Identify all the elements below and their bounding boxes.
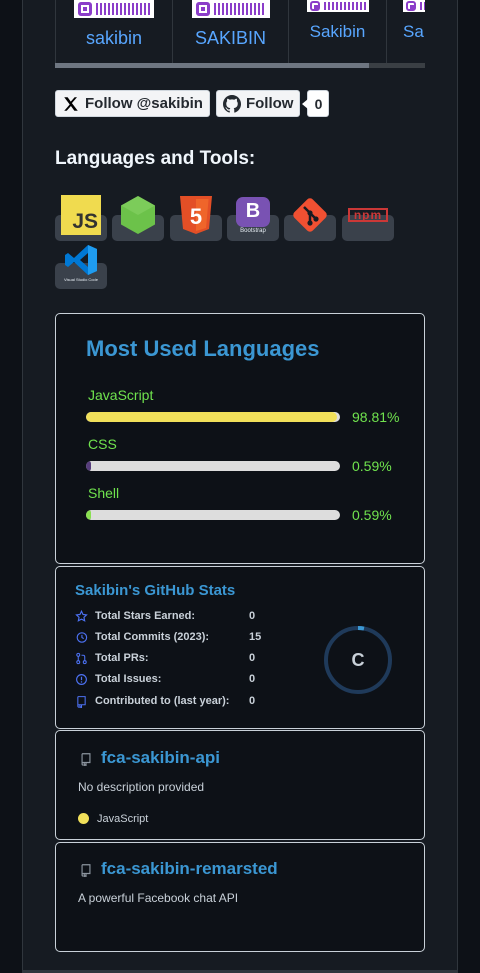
- profile-card[interactable]: Sakibin: [289, 0, 387, 64]
- github-follow-label: Follow: [245, 95, 294, 112]
- bootstrap-tool[interactable]: B Bootstrap: [227, 193, 279, 241]
- most-used-languages-card: Most Used Languages JavaScript 98.81% CS…: [55, 313, 425, 564]
- rank-letter: C: [351, 649, 365, 670]
- vscode-icon-caption: Visual Studio Code: [64, 277, 98, 282]
- profile-card-name: Sakibin: [309, 22, 366, 41]
- stat-row: Total Commits (2023): 15: [75, 630, 295, 646]
- repo-card[interactable]: fca-sakibin-remarsted A powerful Faceboo…: [55, 842, 425, 952]
- stat-value: 15: [249, 631, 262, 643]
- qr-code-icon: [403, 0, 425, 12]
- stat-row: Contributed to (last year): 0: [75, 694, 295, 710]
- follow-badges: Follow @sakibin Follow 0: [55, 90, 330, 117]
- nodejs-tool[interactable]: [112, 193, 164, 241]
- stat-label: Total Commits (2023):: [95, 631, 210, 643]
- star-icon: [75, 610, 88, 622]
- github-follow-button[interactable]: Follow: [215, 90, 301, 117]
- language-percent: 0.59%: [352, 458, 392, 474]
- npm-tool[interactable]: npm: [342, 193, 394, 241]
- twitter-follow-label: Follow @sakibin: [85, 95, 203, 112]
- repo-name[interactable]: fca-sakibin-remarsted: [101, 859, 278, 879]
- horizontal-scrollbar[interactable]: [55, 63, 425, 68]
- nodejs-icon: [118, 195, 158, 235]
- stat-row: Total Stars Earned: 0: [75, 609, 295, 625]
- language-name: JavaScript: [88, 387, 154, 403]
- repo-icon: [81, 864, 91, 877]
- repo-language: JavaScript: [97, 813, 149, 825]
- language-color-dot: [78, 813, 89, 824]
- issue-icon: [76, 674, 87, 685]
- history-icon: [76, 632, 88, 643]
- stat-value: 0: [249, 652, 256, 664]
- profile-card-name: SAKIBIN: [194, 28, 267, 48]
- qr-code-icon: [74, 0, 154, 18]
- profile-card[interactable]: SAKIBIN: [173, 0, 289, 64]
- language-percent: 98.81%: [352, 409, 400, 425]
- stat-label: Contributed to (last year):: [95, 695, 230, 707]
- bootstrap-icon-caption: Bootstrap: [240, 227, 266, 234]
- stat-value: 0: [249, 695, 256, 707]
- html5-icon: 5: [176, 195, 216, 235]
- repo-icon: [77, 696, 86, 708]
- twitter-follow-button[interactable]: Follow @sakibin: [55, 90, 210, 117]
- language-progress-bar: [86, 461, 340, 471]
- git-icon: [290, 195, 330, 235]
- stat-label: Total PRs:: [95, 652, 149, 664]
- qr-code-icon: [306, 0, 369, 12]
- stats-card-title: Sakibin's GitHub Stats: [75, 582, 236, 599]
- follower-count[interactable]: 0: [302, 90, 330, 117]
- language-progress-bar: [86, 412, 340, 422]
- x-logo-icon: [64, 96, 78, 111]
- profile-card-name: Sa: [403, 22, 424, 41]
- profile-card-name: sakibin: [85, 28, 143, 48]
- html5-icon-label: 5: [190, 204, 202, 229]
- github-stats-card: Sakibin's GitHub Stats Total Stars Earne…: [55, 566, 425, 729]
- language-progress-bar: [86, 510, 340, 520]
- git-tool[interactable]: [284, 193, 336, 241]
- bootstrap-icon: B Bootstrap: [233, 195, 273, 235]
- language-percent: 0.59%: [352, 507, 392, 523]
- javascript-tool[interactable]: JS: [55, 193, 107, 241]
- repo-icon: [81, 753, 91, 766]
- repo-name[interactable]: fca-sakibin-api: [101, 748, 220, 768]
- stat-label: Total Stars Earned:: [95, 610, 196, 622]
- qr-code-icon: [191, 0, 270, 18]
- stat-row: Total Issues: 0: [75, 672, 295, 688]
- repo-description: No description provided: [78, 780, 205, 794]
- profile-cards-carousel[interactable]: sakibin SAKIBIN Sakibin Sa: [55, 0, 425, 68]
- bootstrap-icon-letter: B: [236, 196, 270, 227]
- language-name: Shell: [88, 485, 120, 501]
- npm-icon: npm: [348, 195, 388, 235]
- html5-tool[interactable]: 5: [170, 193, 222, 241]
- rank-circle: C: [323, 625, 393, 695]
- profile-card[interactable]: sakibin: [55, 0, 173, 64]
- pull-request-icon: [76, 652, 87, 665]
- language-name: CSS: [88, 436, 117, 452]
- scrollbar-thumb[interactable]: [55, 63, 369, 68]
- section-heading: Languages and Tools:: [55, 148, 256, 169]
- npm-icon-label: npm: [348, 208, 388, 222]
- stat-row: Total PRs: 0: [75, 651, 295, 667]
- stat-value: 0: [249, 610, 256, 622]
- github-logo-icon: [222, 94, 241, 113]
- vscode-tool[interactable]: Visual Studio Code: [55, 241, 107, 289]
- javascript-icon: JS: [61, 195, 101, 235]
- languages-card-title: Most Used Languages: [86, 336, 320, 361]
- profile-card[interactable]: Sa: [387, 0, 425, 64]
- stat-label: Total Issues:: [95, 673, 162, 685]
- stat-value: 0: [249, 673, 256, 685]
- vscode-icon: Visual Studio Code: [61, 243, 101, 283]
- repo-card[interactable]: fca-sakibin-api No description provided …: [55, 730, 425, 840]
- repo-description: A powerful Facebook chat API: [78, 891, 239, 905]
